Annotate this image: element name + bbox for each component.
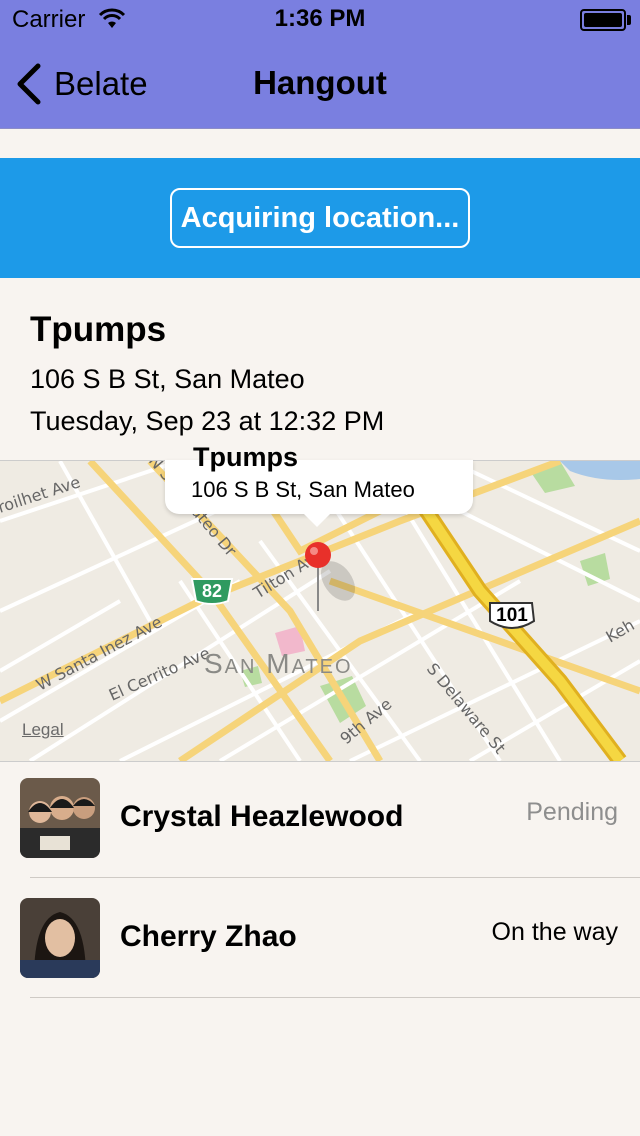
route-101-label: 101: [496, 605, 528, 626]
route-101-shield: 101: [489, 602, 536, 629]
map-label-road-right: Keh: [603, 615, 638, 646]
person-status: Pending: [526, 798, 618, 826]
avatar: [20, 898, 100, 978]
callout-tail: [303, 513, 331, 527]
route-82-label: 82: [202, 581, 222, 601]
page-title: Hangout: [253, 64, 387, 101]
battery-tip: [627, 15, 631, 25]
callout-address: 106 S B St, San Mateo: [191, 477, 415, 502]
route-82-shield: 82: [190, 578, 234, 605]
map-pin-icon: [305, 542, 356, 611]
person-name: Cherry Zhao: [120, 920, 297, 953]
venue-time: Tuesday, Sep 23 at 12:32 PM: [30, 406, 385, 436]
battery-icon: [580, 9, 626, 31]
map-legal-link[interactable]: Legal: [22, 720, 64, 740]
navigation-bar: Carrier 1:36 PM Belate Hangout: [0, 0, 640, 129]
row-divider: [30, 997, 640, 998]
venue-name: Tpumps: [30, 310, 167, 349]
map-label-delaware: S Delaware St: [423, 659, 510, 757]
venue-address: 106 S B St, San Mateo: [30, 364, 305, 394]
person-status: On the way: [491, 918, 618, 946]
status-time: 1:36 PM: [274, 5, 366, 32]
location-banner: Acquiring location...: [0, 158, 640, 278]
map-label-el-cerrito: El Cerrito Ave: [106, 643, 213, 704]
avatar: [20, 778, 100, 858]
person-name: Crystal Heazlewood: [120, 800, 404, 833]
map-callout[interactable]: Tpumps 106 S B St, San Mateo: [165, 442, 473, 514]
acquiring-location-button[interactable]: Acquiring location...: [170, 188, 470, 248]
row-divider: [30, 877, 640, 878]
list-item[interactable]: Crystal Heazlewood Pending: [0, 760, 640, 878]
map-label-ave-top-left: roilhet Ave: [0, 472, 83, 517]
status-bar: Carrier 1:36 PM: [0, 0, 640, 40]
list-item[interactable]: Cherry Zhao On the way: [0, 880, 640, 998]
map-city-label: San Mateo: [204, 648, 353, 679]
callout-title: Tpumps: [193, 442, 298, 472]
